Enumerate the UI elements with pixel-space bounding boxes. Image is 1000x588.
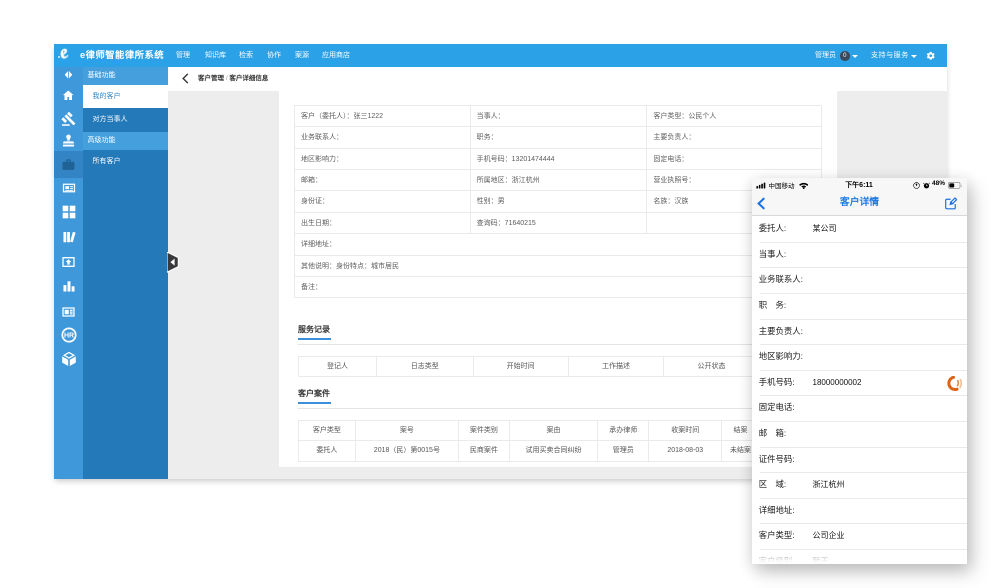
- svg-text:HR: HR: [63, 332, 73, 339]
